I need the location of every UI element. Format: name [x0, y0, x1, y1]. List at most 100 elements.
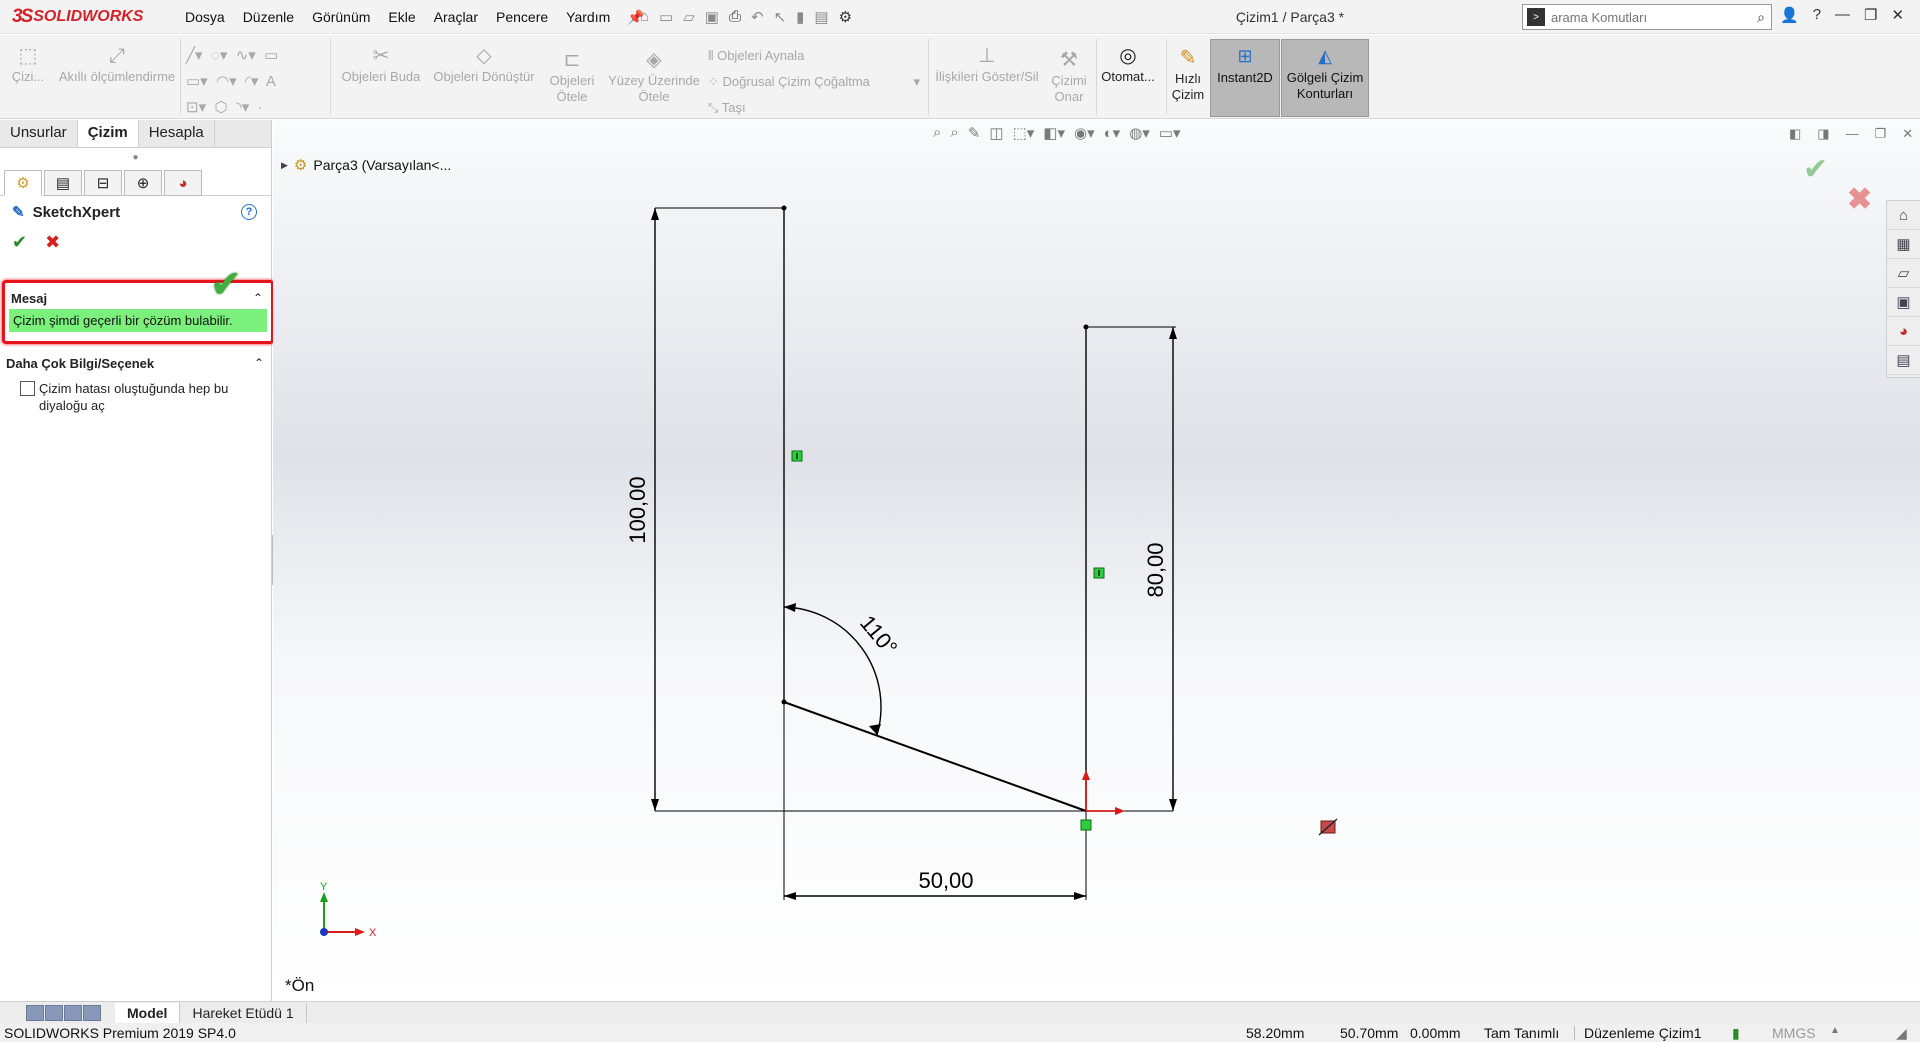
save-icon[interactable]: ▣	[705, 8, 719, 26]
menu-yardim[interactable]: Yardım	[557, 9, 619, 25]
tab-model[interactable]: Model	[115, 1002, 181, 1023]
sketch-point[interactable]	[781, 205, 787, 211]
dimension-text-80[interactable]: 80,00	[1143, 542, 1168, 597]
search-input[interactable]	[1551, 9, 1726, 25]
options-group-header[interactable]: Daha Çok Bilgi/Seçenek ⌃	[0, 348, 272, 372]
help-question-icon[interactable]: ?	[1813, 6, 1821, 24]
rebuild-icon[interactable]: ▮	[796, 8, 804, 26]
dimension-text-100[interactable]: 100,00	[625, 476, 650, 543]
unit-system[interactable]: MMGS	[1772, 1025, 1816, 1041]
smart-dimension-button[interactable]: ⤢ Akıllı ölçümlendirme	[52, 43, 182, 85]
previous-tab-icon[interactable]	[45, 1004, 63, 1021]
text-icon[interactable]: A	[266, 73, 276, 90]
units-dropdown-icon[interactable]: ▲	[1830, 1025, 1840, 1036]
custom-properties-icon[interactable]: ▤	[1887, 346, 1920, 375]
solidworks-resources-home-icon[interactable]: ⌂	[1887, 201, 1920, 230]
always-show-dialog-option[interactable]: Çizim hatası oluştuğunda hep bu diyaloğu…	[0, 372, 272, 414]
display-relations-button[interactable]: ⊥ İlişkileri Göster/Sil	[932, 43, 1042, 85]
rapid-sketch-button[interactable]: ✎ Hızlı Çizim	[1168, 45, 1208, 103]
display-manager-icon[interactable]: ◕	[164, 170, 202, 196]
search-icon[interactable]: ⌕	[1757, 9, 1765, 26]
sketch-point[interactable]	[1083, 324, 1089, 330]
auto-button[interactable]: ◎ Otomat...	[1098, 43, 1158, 85]
repair-sketch-button[interactable]: ⚒ Çizimi Onar	[1044, 47, 1094, 105]
file-explorer-icon[interactable]: ▱	[1887, 259, 1920, 288]
options-gear-icon[interactable]: ⚙	[839, 8, 852, 26]
linear-pattern-button[interactable]: ⁘ Doğrusal Çizim Çoğaltma ▾	[708, 69, 920, 95]
tab-cizim[interactable]: Çizim	[77, 120, 139, 147]
menu-gorunum[interactable]: Görünüm	[303, 9, 379, 25]
offset-on-surface-button[interactable]: ◈ Yüzey Üzerinde Ötele	[604, 47, 704, 105]
rebuild-indicator-icon[interactable]: ▮	[1732, 1025, 1740, 1042]
spline-icon[interactable]: ∿▾	[236, 47, 256, 64]
restore-icon[interactable]: ❐	[1864, 6, 1877, 24]
polygon-icon[interactable]: ⬡	[214, 99, 227, 116]
tab-unsurlar[interactable]: Unsurlar	[0, 120, 78, 147]
appearances-scenes-icon[interactable]: ◕	[1887, 317, 1920, 346]
graphics-area[interactable]: ▶ ⚙ Parça3 (Varsayılan<... ⌕ ⌕ ✎ ◫ ⬚▾ ◧▾…	[273, 120, 1920, 1001]
select-icon[interactable]: ↖	[774, 8, 787, 26]
home-icon[interactable]: ⌂	[640, 8, 649, 26]
property-manager-icon[interactable]: ▤	[44, 170, 82, 196]
always-show-dialog-checkbox[interactable]	[20, 381, 35, 396]
sketch-canvas[interactable]: 100,00 80,00 50,00 110° Y X	[273, 120, 1920, 1001]
menu-ekle[interactable]: Ekle	[379, 9, 424, 25]
slot-icon[interactable]: ⊡▾	[186, 99, 206, 116]
open-folder-icon[interactable]: ▱	[683, 8, 695, 26]
configuration-manager-icon[interactable]: ⊟	[84, 170, 122, 196]
feature-manager-icon[interactable]: ⚙	[4, 170, 42, 196]
status-bar-options-icon[interactable]: ◢	[1896, 1025, 1907, 1042]
shaded-sketch-contours-button[interactable]: ◭ Gölgeli Çizim Konturları	[1281, 39, 1369, 117]
last-tab-icon[interactable]	[83, 1004, 101, 1021]
triad-y-label: Y	[320, 881, 328, 893]
sketch-button[interactable]: ⬚ Çizi...	[8, 43, 48, 85]
tab-hesapla[interactable]: Hesapla	[139, 120, 215, 147]
move-entities-button[interactable]: ⤡ Taşı	[708, 95, 920, 121]
first-tab-icon[interactable]	[26, 1004, 44, 1021]
sketch-point[interactable]	[781, 699, 787, 705]
chevron-up-icon[interactable]: ⌃	[254, 356, 264, 370]
new-document-icon[interactable]: ▭	[659, 8, 673, 26]
tab-motion-study[interactable]: Hareket Etüdü 1	[180, 1002, 307, 1023]
menu-araclar[interactable]: Araçlar	[425, 9, 487, 25]
menu-dosya[interactable]: Dosya	[176, 9, 234, 25]
panel-splitter[interactable]: ●	[0, 148, 271, 168]
offset-entities-button[interactable]: ⊏ Objeleri Ötele	[542, 47, 602, 105]
design-library-icon[interactable]: ▦	[1887, 230, 1920, 259]
cancel-x-icon[interactable]: ✖	[45, 232, 60, 262]
solidworks-logo[interactable]: 3S SOLIDWORKS	[12, 6, 143, 28]
file-properties-icon[interactable]: ▤	[814, 8, 828, 26]
point-icon[interactable]: ∙	[258, 99, 262, 116]
dimension-text-angle[interactable]: 110°	[855, 610, 902, 660]
view-palette-icon[interactable]: ▣	[1887, 288, 1920, 317]
command-search[interactable]: > ⌕	[1522, 4, 1772, 30]
help-icon[interactable]: ?	[241, 204, 257, 220]
user-icon[interactable]: 👤	[1780, 6, 1799, 24]
chamfer-icon[interactable]: ◝▾	[236, 99, 249, 116]
close-icon[interactable]: ✕	[1891, 6, 1904, 24]
arc-icon[interactable]: ◠▾	[216, 73, 237, 90]
ok-checkmark-icon[interactable]: ✔	[12, 232, 27, 262]
line-icon[interactable]: ╱▾	[186, 47, 203, 64]
coincident-relation-icon[interactable]	[1080, 819, 1092, 831]
mirror-entities-button[interactable]: ⫴ Objeleri Aynala	[708, 43, 920, 69]
undo-icon[interactable]: ↶	[751, 8, 764, 26]
fillet-icon[interactable]: ◜▾	[245, 73, 258, 90]
circle-icon[interactable]: ◌▾	[211, 47, 227, 64]
sketch-line-slanted[interactable]	[783, 701, 1087, 812]
left-panel: Unsurlar Çizim Hesapla ● ⚙ ▤ ⊟ ⊕ ◕ ✎ Ske…	[0, 120, 272, 1001]
menu-pencere[interactable]: Pencere	[487, 9, 557, 25]
plane-icon[interactable]: ▭	[264, 47, 278, 64]
chevron-up-icon[interactable]: ⌃	[253, 291, 263, 305]
trim-entities-button[interactable]: ✂ Objeleri Buda	[336, 43, 426, 85]
print-icon[interactable]: ⎙	[729, 8, 741, 26]
rectangle-icon[interactable]: ▭▾	[186, 73, 208, 90]
menu-bar: Dosya Düzenle Görünüm Ekle Araçlar Pence…	[176, 0, 645, 34]
minimize-icon[interactable]: —	[1835, 6, 1850, 24]
next-tab-icon[interactable]	[64, 1004, 82, 1021]
instant2d-button[interactable]: ⊞ Instant2D	[1210, 39, 1280, 117]
dimxpert-manager-icon[interactable]: ⊕	[124, 170, 162, 196]
convert-entities-button[interactable]: ◇ Objeleri Dönüştür	[428, 43, 540, 85]
menu-duzenle[interactable]: Düzenle	[234, 9, 303, 25]
dimension-text-50[interactable]: 50,00	[918, 868, 973, 893]
